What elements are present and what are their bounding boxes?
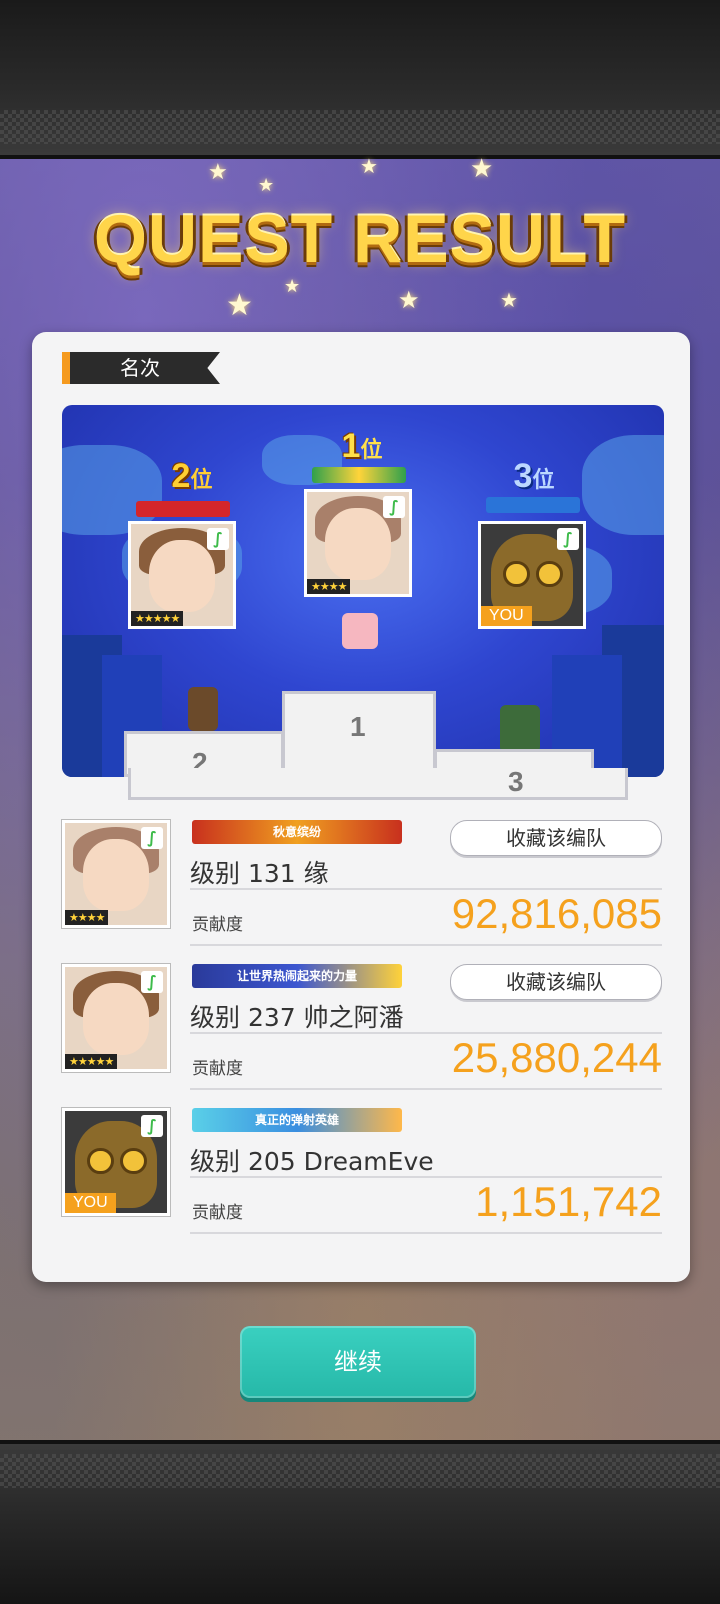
character-sprite (342, 613, 378, 649)
player-avatar[interactable]: ∫ ★★★★★ (62, 964, 170, 1072)
top-bar (0, 0, 720, 159)
character-face (149, 540, 215, 612)
continue-button[interactable]: 继续 (240, 1326, 476, 1398)
podium-scene: 2位 1位 3位 ∫ ★★★★★ ∫ ★★★★ ∫ YOU 2 1 (62, 405, 664, 777)
rarity-stars: ★★★★ (65, 910, 109, 925)
cloud-decoration (582, 435, 664, 535)
player-level-name: 级别 205 DreamEve (190, 1147, 434, 1176)
portrait-rank-2[interactable]: ∫ ★★★★★ (128, 521, 236, 629)
result-panel: 名次 2位 1位 3位 ∫ ★★★★★ ∫ ★★★★ ∫ YOU 2 1 3 ∫… (32, 332, 690, 1282)
divider (190, 944, 662, 946)
sparkle-icon: ★ (208, 160, 228, 185)
podium-base (128, 768, 628, 800)
page-title: QUEST RESULT (93, 201, 627, 277)
portrait-rank-1[interactable]: ∫ ★★★★ (304, 489, 412, 597)
contribution-score: 92,816,085 (451, 890, 662, 937)
ribbon-blue (486, 497, 580, 513)
leaf-icon: ∫ (141, 827, 163, 849)
result-row: ∫ YOU 真正的弹射英雄 级别 205 DreamEve 贡献度 1,151,… (62, 1108, 662, 1234)
favorite-party-button[interactable]: 收藏该编队 (450, 820, 662, 856)
title-badge: 真正的弹射英雄 (192, 1108, 402, 1132)
you-badge: YOU (65, 1193, 116, 1213)
rarity-stars: ★★★★★ (65, 1054, 118, 1069)
title-badge: 让世界热闹起来的力量 (192, 964, 402, 988)
character-face (83, 983, 149, 1055)
contribution-score: 25,880,244 (451, 1034, 662, 1081)
owl-eye (536, 560, 563, 588)
player-avatar[interactable]: ∫ YOU (62, 1108, 170, 1216)
title-badge: 秋意缤纷 (192, 820, 402, 844)
rank-1-banner: 1位 (341, 427, 383, 465)
checker-pattern (0, 1454, 720, 1488)
sparkle-icon: ★ (226, 288, 253, 323)
character-sprite (500, 705, 540, 753)
owl-eye (120, 1147, 147, 1175)
sparkle-icon: ★ (360, 154, 378, 178)
player-level-name: 级别 237 帅之阿潘 (190, 1003, 404, 1032)
section-label: 名次 (62, 352, 220, 384)
pedestal-3-number: 3 (508, 766, 524, 797)
rarity-stars: ★★★★ (307, 579, 351, 594)
owl-eye (87, 1147, 114, 1175)
sparkle-icon: ★ (284, 276, 301, 297)
sparkle-icon: ★ (500, 288, 518, 312)
rank-3-banner: 3位 (513, 457, 555, 495)
divider (190, 1088, 662, 1090)
character-face (83, 839, 149, 911)
portrait-rank-3[interactable]: ∫ YOU (478, 521, 586, 629)
sparkle-icon: ★ (398, 286, 420, 314)
leaf-icon: ∫ (207, 528, 229, 550)
result-row: ∫ ★★★★ 秋意缤纷 收藏该编队 级别 131 缘 贡献度 92,816,08… (62, 820, 662, 946)
leaf-icon: ∫ (383, 496, 405, 518)
sparkle-icon: ★ (258, 175, 275, 196)
pedestal-1-number: 1 (350, 711, 366, 742)
contribution-label: 贡献度 (192, 1203, 243, 1223)
owl-eye (503, 560, 530, 588)
you-badge: YOU (481, 606, 532, 626)
character-face (325, 508, 391, 580)
rank-2-banner: 2位 (171, 457, 213, 495)
contribution-label: 贡献度 (192, 1059, 243, 1079)
contribution-score: 1,151,742 (475, 1178, 662, 1225)
player-avatar[interactable]: ∫ ★★★★ (62, 820, 170, 928)
ribbon-red (136, 501, 230, 517)
leaf-icon: ∫ (557, 528, 579, 550)
rarity-stars: ★★★★★ (131, 611, 184, 626)
ribbon-green (312, 467, 406, 483)
player-level-name: 级别 131 缘 (190, 859, 329, 888)
checker-pattern (0, 110, 720, 144)
character-sprite (188, 687, 218, 731)
favorite-party-button[interactable]: 收藏该编队 (450, 964, 662, 1000)
contribution-label: 贡献度 (192, 915, 243, 935)
leaf-icon: ∫ (141, 971, 163, 993)
leaf-icon: ∫ (141, 1115, 163, 1137)
result-row: ∫ ★★★★★ 让世界热闹起来的力量 收藏该编队 级别 237 帅之阿潘 贡献度… (62, 964, 662, 1090)
divider (190, 1232, 662, 1234)
bottom-bar (0, 1440, 720, 1604)
sparkle-icon: ★ (470, 154, 494, 184)
